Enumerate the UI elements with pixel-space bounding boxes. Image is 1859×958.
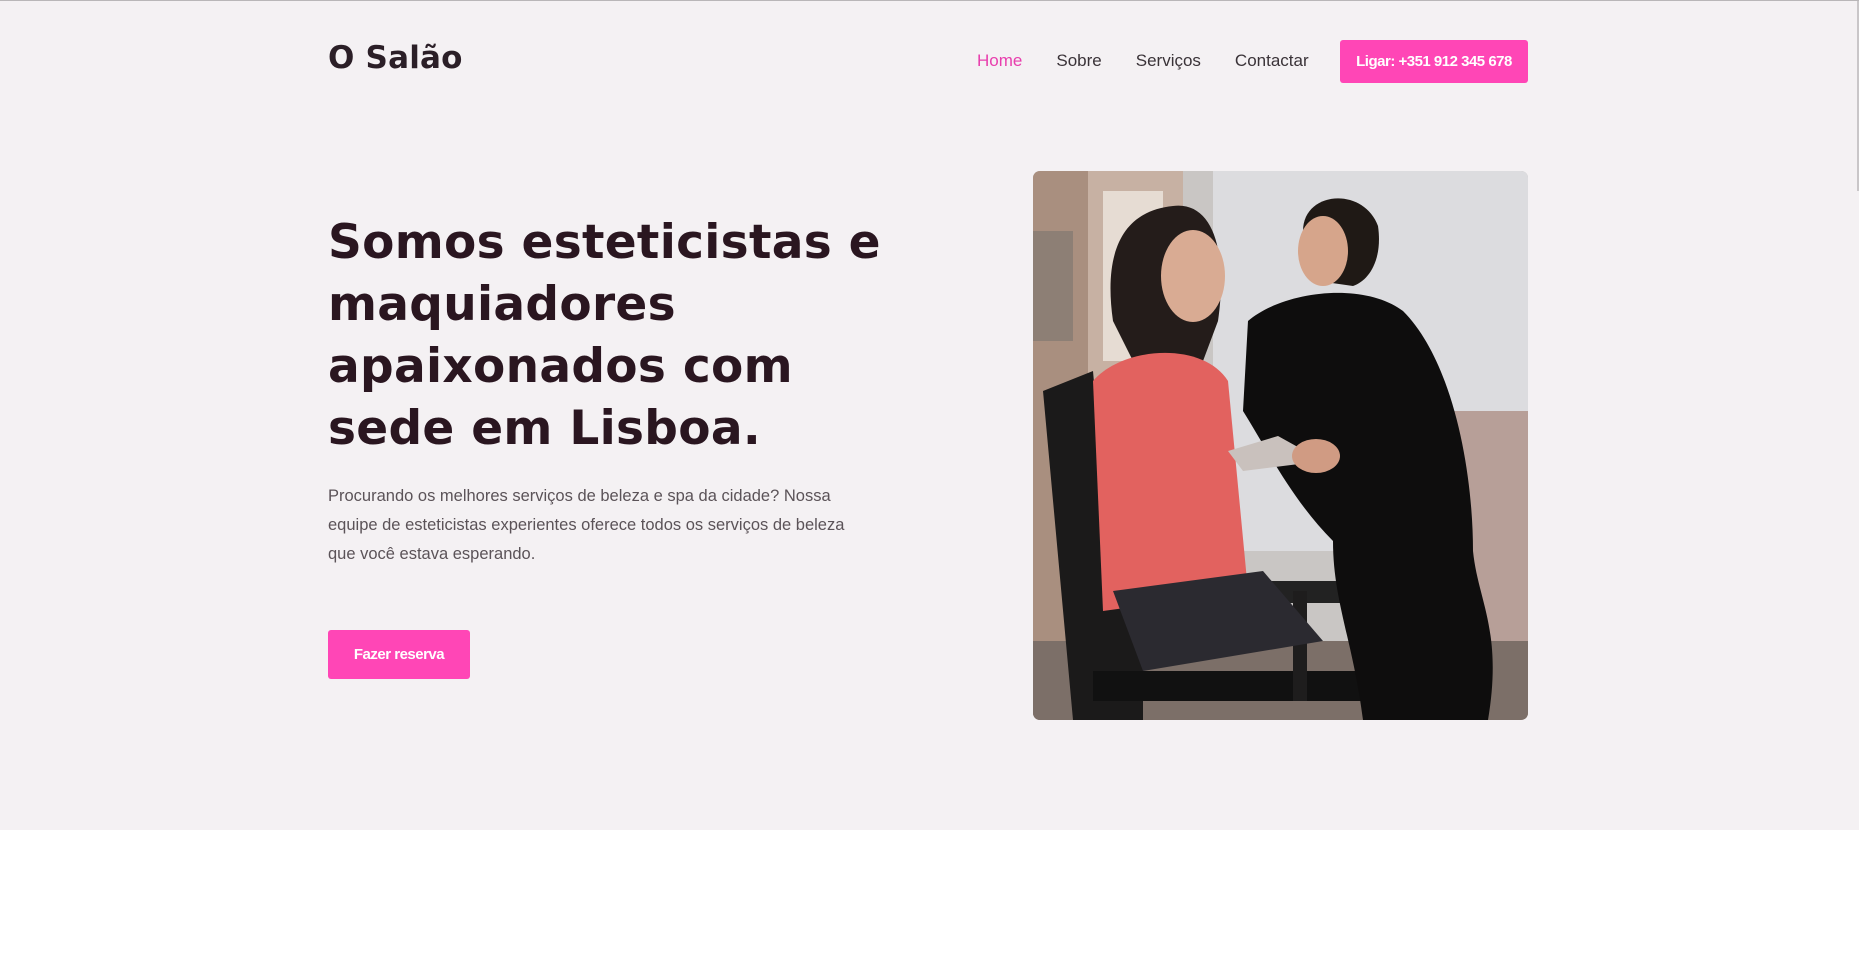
nav-servicos[interactable]: Serviços xyxy=(1136,51,1201,71)
hero-headline: Somos esteticistas e maquiadores apaixon… xyxy=(328,215,881,456)
hero-section xyxy=(0,1,1859,830)
nav-sobre[interactable]: Sobre xyxy=(1056,51,1101,71)
main-nav: Home Sobre Serviços Contactar xyxy=(977,51,1309,71)
site-logo[interactable]: O Salão xyxy=(328,40,463,76)
hero-description: Procurando os melhores serviços de belez… xyxy=(328,487,845,563)
nav-contactar[interactable]: Contactar xyxy=(1235,51,1309,71)
hero-photo xyxy=(1033,171,1528,720)
nav-home[interactable]: Home xyxy=(977,51,1022,71)
call-button[interactable]: Ligar: +351 912 345 678 xyxy=(1340,40,1528,83)
book-button[interactable]: Fazer reserva xyxy=(328,630,470,679)
